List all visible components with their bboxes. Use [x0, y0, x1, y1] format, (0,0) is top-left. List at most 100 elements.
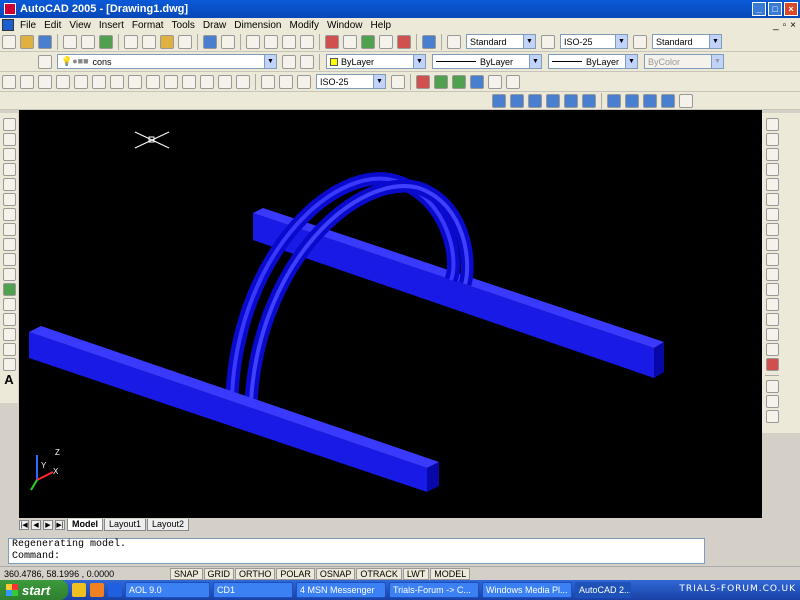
menu-dimension[interactable]: Dimension — [230, 20, 285, 31]
redo-icon[interactable] — [221, 34, 235, 49]
menu-view[interactable]: View — [65, 20, 95, 31]
menu-format[interactable]: Format — [128, 20, 168, 31]
dim-style-dropdown-2[interactable]: ISO-25 ▼ — [316, 74, 386, 89]
move-icon[interactable] — [765, 193, 779, 206]
dim-style-dropdown[interactable]: ISO-25 ▼ — [560, 34, 628, 49]
dim-linear-icon[interactable] — [2, 74, 16, 89]
doc-restore-button[interactable]: ▫ — [783, 20, 787, 31]
menu-modify[interactable]: Modify — [286, 20, 323, 31]
undo-icon[interactable] — [203, 34, 217, 49]
snap-toggle[interactable]: SNAP — [170, 567, 203, 580]
doc-close-button[interactable]: × — [790, 20, 796, 31]
tolerance-icon[interactable] — [218, 74, 232, 89]
explode-icon[interactable] — [765, 358, 779, 371]
trim-icon[interactable] — [765, 253, 779, 266]
zoom-all-icon[interactable] — [765, 410, 779, 423]
task-aol[interactable]: AOL 9.0 — [125, 582, 210, 598]
new-icon[interactable] — [2, 34, 16, 49]
grid-toggle[interactable]: GRID — [203, 567, 235, 580]
plot-preview-icon[interactable] — [81, 34, 95, 49]
view-top-icon[interactable] — [492, 93, 506, 108]
line-icon[interactable] — [2, 118, 16, 131]
scale-icon[interactable] — [765, 223, 779, 236]
view-sw-iso-icon[interactable] — [607, 93, 621, 108]
tab-layout1[interactable]: Layout1 — [104, 519, 147, 531]
help-icon[interactable] — [422, 34, 436, 49]
dim-baseline-icon[interactable] — [164, 74, 178, 89]
arc-icon[interactable] — [2, 193, 16, 206]
lights-icon[interactable] — [470, 74, 484, 89]
menu-insert[interactable]: Insert — [95, 20, 128, 31]
start-button[interactable]: start — [0, 580, 68, 600]
tool-palettes-icon[interactable] — [361, 34, 375, 49]
task-autocad[interactable]: AutoCAD 2... — [575, 582, 631, 598]
dim-ordinate-icon[interactable] — [56, 74, 70, 89]
ellipse-icon[interactable] — [2, 253, 16, 266]
dim-radius-icon[interactable] — [74, 74, 88, 89]
dim-diameter-icon[interactable] — [110, 74, 124, 89]
dim-update-icon[interactable] — [297, 74, 311, 89]
bycolor-icon[interactable] — [416, 74, 430, 89]
dim-style-manager-icon[interactable] — [391, 74, 405, 89]
point-icon[interactable] — [2, 313, 16, 326]
prev-tab-button[interactable]: ◀ — [31, 520, 41, 530]
scene-icon[interactable] — [452, 74, 466, 89]
spline-icon[interactable] — [2, 238, 16, 251]
view-left-icon[interactable] — [528, 93, 542, 108]
task-trials-forum[interactable]: Trials-Forum -> C... — [389, 582, 479, 598]
break-icon[interactable] — [765, 298, 779, 311]
dim-angular-icon[interactable] — [128, 74, 142, 89]
table-style-dropdown[interactable]: Standard ▼ — [652, 34, 722, 49]
open-icon[interactable] — [20, 34, 34, 49]
cut-icon[interactable] — [124, 34, 138, 49]
sheet-set-icon[interactable] — [379, 34, 393, 49]
linetype-dropdown[interactable]: ByLayer ▼ — [432, 54, 542, 69]
materials-icon[interactable] — [488, 74, 502, 89]
pan-icon[interactable] — [246, 34, 260, 49]
revision-cloud-icon[interactable] — [2, 223, 16, 236]
center-mark-icon[interactable] — [236, 74, 250, 89]
menu-edit[interactable]: Edit — [40, 20, 65, 31]
tab-model[interactable]: Model — [67, 519, 103, 531]
offset-icon[interactable] — [765, 163, 779, 176]
document-icon[interactable] — [2, 19, 14, 31]
dim-continue-icon[interactable] — [182, 74, 196, 89]
match-properties-icon[interactable] — [178, 34, 192, 49]
quicklaunch-icon-3[interactable] — [108, 583, 122, 597]
zoom-previous-icon[interactable] — [300, 34, 314, 49]
view-bottom-icon[interactable] — [510, 93, 524, 108]
array-icon[interactable] — [765, 178, 779, 191]
next-tab-button[interactable]: ▶ — [43, 520, 53, 530]
model-toggle[interactable]: MODEL — [430, 567, 471, 580]
text-style-dropdown[interactable]: Standard ▼ — [466, 34, 536, 49]
menu-window[interactable]: Window — [323, 20, 367, 31]
maximize-button[interactable]: □ — [768, 2, 782, 16]
last-tab-button[interactable]: ▶| — [55, 520, 65, 530]
break-at-point-icon[interactable] — [765, 283, 779, 296]
markup-icon[interactable] — [397, 34, 411, 49]
first-tab-button[interactable]: |◀ — [19, 520, 29, 530]
otrack-toggle[interactable]: OTRACK — [356, 567, 402, 580]
dim-text-edit-icon[interactable] — [279, 74, 293, 89]
rectangle-icon[interactable] — [2, 178, 16, 191]
render-icon[interactable] — [434, 74, 448, 89]
task-media-player[interactable]: Windows Media Pl... — [482, 582, 572, 598]
lwt-toggle[interactable]: LWT — [402, 567, 430, 580]
copy-object-icon[interactable] — [765, 133, 779, 146]
polyline-icon[interactable] — [2, 148, 16, 161]
autocad-app-icon[interactable] — [4, 3, 16, 15]
color-dropdown[interactable]: ByLayer ▼ — [326, 54, 426, 69]
insert-block-icon[interactable] — [2, 283, 16, 296]
doc-minimize-button[interactable]: _ — [773, 20, 779, 31]
ortho-toggle[interactable]: ORTHO — [235, 567, 276, 580]
publish-icon[interactable] — [99, 34, 113, 49]
quick-leader-icon[interactable] — [200, 74, 214, 89]
menu-draw[interactable]: Draw — [199, 20, 230, 31]
make-current-layer-icon[interactable] — [282, 54, 296, 69]
design-center-icon[interactable] — [343, 34, 357, 49]
layer-manager-icon[interactable] — [38, 54, 52, 69]
landscape-icon[interactable] — [506, 74, 520, 89]
plot-icon[interactable] — [63, 34, 77, 49]
view-ne-iso-icon[interactable] — [643, 93, 657, 108]
zoom-in-icon[interactable] — [765, 380, 779, 393]
